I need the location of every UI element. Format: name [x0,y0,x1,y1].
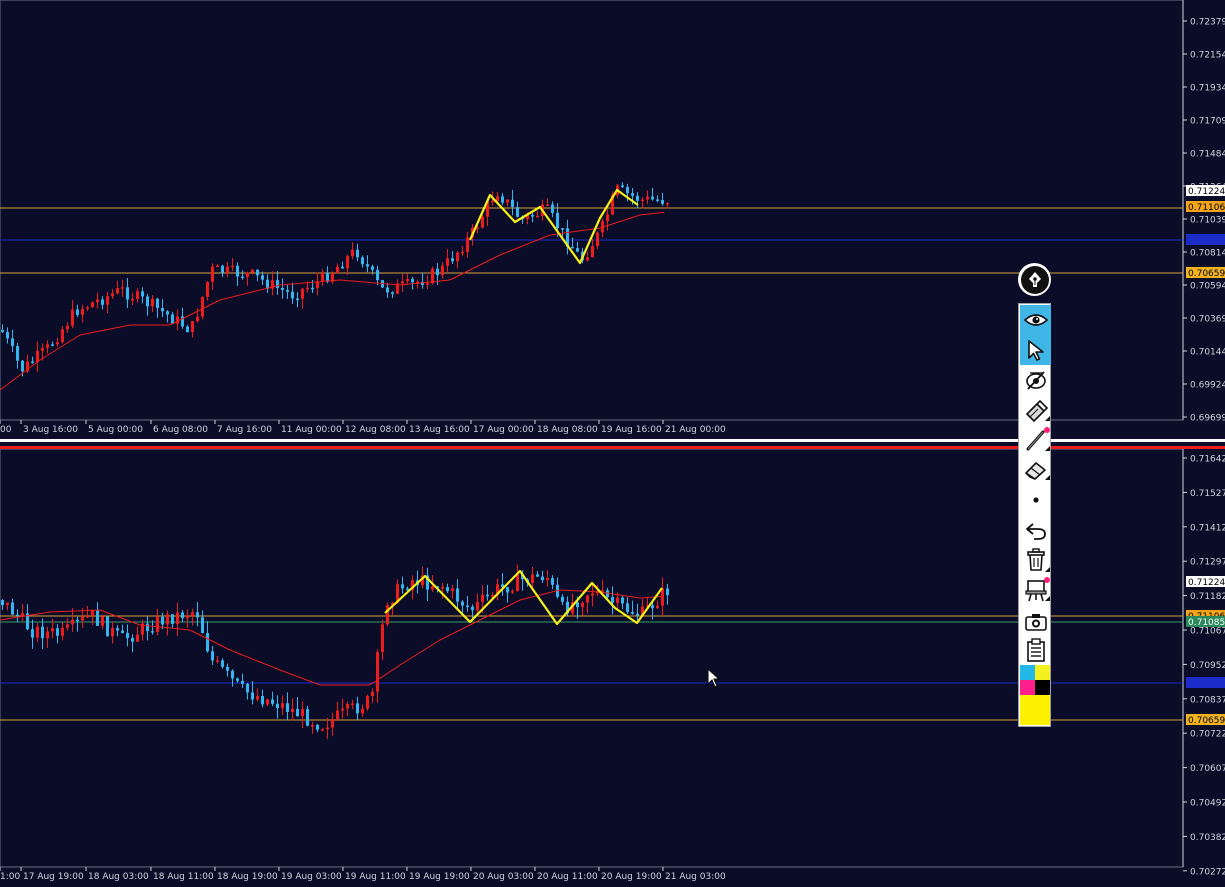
undo-tool-button[interactable] [1020,516,1051,546]
bottom-time-label: 20 Aug 19:00 [601,872,662,882]
bottom-price-label: 0.71297 [1190,558,1225,568]
top-time-label: 5 Aug 00:00 [88,425,143,435]
top-price-label: 0.71039 [1190,216,1225,226]
arrow-cursor-icon [1026,339,1046,361]
submenu-corner-icon [1045,416,1050,421]
current-color-swatch[interactable] [1020,695,1050,725]
top-time-label: 11 Aug 00:00 [281,425,342,435]
bottom-price-tag-blue [1186,677,1225,688]
candle [366,694,369,711]
top-time-label: 18 Aug 08:00 [537,425,598,435]
top-price-label: 0.69924 [1190,381,1225,391]
hide-tool-button[interactable] [1020,365,1051,395]
pen-nib-icon [1020,265,1049,294]
top-price-tag-blue [1186,234,1225,245]
top-time-label: 13 Aug 16:00 [409,425,470,435]
mouse-pointer-icon [707,668,721,688]
bottom-price-label: 0.70722 [1190,730,1225,740]
palette-color-swatch[interactable] [1035,680,1050,695]
bottom-time-label: 17 Aug 19:00 [23,872,84,882]
bottom-time-label: 20 Aug 11:00 [537,872,598,882]
eye-off-icon [1024,369,1048,391]
top-price-tag-text: 0.70659 [1188,269,1225,279]
bottom-price-tag-text: 0.71085 [1188,618,1225,628]
top-time-label: 21 Aug 00:00 [665,425,726,435]
bottom-price-label: 0.71642 [1190,455,1225,465]
size-tool-button[interactable] [1020,485,1051,515]
top-time-label: 12 Aug 08:00 [345,425,406,435]
eye-tool-button[interactable] [1020,305,1051,335]
notes-tool-button[interactable] [1020,635,1051,665]
top-time-label: 17 Aug 00:00 [473,425,534,435]
top-time-label: 6 Aug 08:00 [153,425,208,435]
top-time-label: 7 Aug 16:00 [217,425,272,435]
eye-icon [1023,312,1048,328]
top-price-label: 0.70814 [1190,249,1225,259]
marker-tool-button[interactable] [1020,396,1051,426]
candle [106,616,109,637]
top-time-label: 3 Aug 16:00 [23,425,78,435]
top-price-label: 0.71709 [1190,117,1225,127]
bottom-time-label: 20 Aug 03:00 [473,872,534,882]
bottom-time-label: 19 Aug 11:00 [345,872,406,882]
bottom-price-label: 0.71067 [1190,627,1225,637]
bottom-price-tag-text: 0.71224 [1188,578,1225,588]
bottom-price-label: 0.70607 [1190,764,1225,774]
screenshot-tool-button[interactable] [1020,607,1051,637]
submenu-corner-icon [1045,475,1050,480]
bottom-time-label: 18 Aug 19:00 [217,872,278,882]
top-price-tag-text: 0.71224 [1188,187,1225,197]
top-time-label: 00 [0,425,12,435]
submenu-corner-icon [1045,567,1050,572]
bottom-price-label: 0.71182 [1190,592,1225,602]
highlighter-icon [1024,400,1048,422]
top-price-tag-text: 0.71106 [1188,203,1225,213]
clipboard-icon [1025,638,1047,662]
eraser-tool-button[interactable] [1020,455,1051,485]
dot-icon [1032,496,1040,504]
bottom-price-label: 0.71412 [1190,523,1225,533]
bottom-time-label: 19 Aug 19:00 [409,872,470,882]
bottom-time-label: 19 Aug 03:00 [281,872,342,882]
palette-color-swatch[interactable] [1035,665,1050,680]
top-price-label: 0.71934 [1190,84,1225,94]
bottom-price-label: 0.70272 [1190,867,1225,877]
top-time-label: 19 Aug 16:00 [601,425,662,435]
bottom-time-label: 18 Aug 03:00 [88,872,149,882]
top-price-label: 0.70594 [1190,282,1225,292]
eraser-icon [1024,459,1048,481]
palette-color-swatch[interactable] [1020,665,1035,680]
candle [386,602,389,627]
top-price-label: 0.72379 [1190,18,1225,28]
bottom-price-label: 0.71527 [1190,489,1225,499]
bottom-price-tag-text: 0.70659 [1188,716,1225,726]
cursor-tool-button[interactable] [1020,335,1051,365]
top-price-label: 0.72154 [1190,51,1225,61]
trash-icon [1025,548,1047,572]
camera-icon [1024,612,1048,632]
bottom-time-label: 18 Aug 11:00 [153,872,214,882]
drawing-toolbar [1018,303,1051,727]
submenu-corner-icon [1045,446,1050,451]
bottom-time-label: 21 Aug 03:00 [665,872,726,882]
indicator-dot [1044,577,1050,583]
top-price-label: 0.70369 [1190,315,1225,325]
top-price-label: 0.71484 [1190,150,1225,160]
bottom-price-label: 0.70492 [1190,799,1225,809]
pen-nib-badge[interactable] [1018,263,1051,296]
bottom-price-label: 0.70382 [1190,833,1225,843]
palette-color-swatch[interactable] [1020,680,1035,695]
top-price-label: 0.69699 [1190,414,1225,424]
bottom-time-label: 1:00 [0,872,20,882]
bottom-price-label: 0.70952 [1190,661,1225,671]
bottom-price-label: 0.70837 [1190,695,1225,705]
submenu-corner-icon [1045,596,1050,601]
undo-icon [1024,520,1048,542]
top-price-label: 0.70144 [1190,348,1225,358]
indicator-dot [1044,427,1050,433]
candle [91,301,94,308]
